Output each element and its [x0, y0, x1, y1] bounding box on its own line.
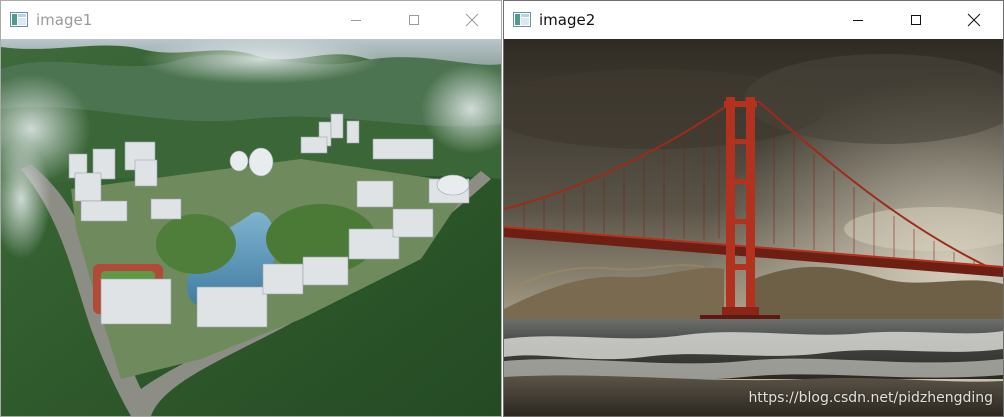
- window-title-bar[interactable]: image2: [504, 1, 1003, 39]
- minimize-icon: [351, 20, 361, 21]
- golden-gate-bridge-image: [504, 39, 1003, 416]
- watermark-text: https://blog.csdn.net/pidzhengding: [748, 390, 993, 406]
- close-icon: [465, 13, 479, 27]
- maximize-icon: [911, 15, 921, 25]
- window-title: image2: [539, 11, 596, 29]
- close-icon: [967, 13, 981, 27]
- maximize-button[interactable]: [887, 1, 945, 39]
- window-title: image1: [36, 11, 93, 29]
- image-window-icon: [513, 12, 531, 27]
- maximize-button[interactable]: [385, 1, 443, 39]
- campus-aerial-image: [1, 39, 501, 416]
- maximize-icon: [409, 15, 419, 25]
- image-window-icon: [10, 12, 28, 27]
- image1-window[interactable]: image1: [0, 0, 502, 417]
- image2-window[interactable]: image2 https://blog.csdn.net/pidzhengdin…: [503, 0, 1004, 417]
- minimize-button[interactable]: [327, 1, 385, 39]
- minimize-icon: [853, 20, 863, 21]
- image2-canvas: https://blog.csdn.net/pidzhengding: [504, 39, 1003, 416]
- minimize-button[interactable]: [829, 1, 887, 39]
- close-button[interactable]: [945, 1, 1003, 39]
- window-title-bar[interactable]: image1: [1, 1, 501, 39]
- close-button[interactable]: [443, 1, 501, 39]
- image1-canvas: [1, 39, 501, 416]
